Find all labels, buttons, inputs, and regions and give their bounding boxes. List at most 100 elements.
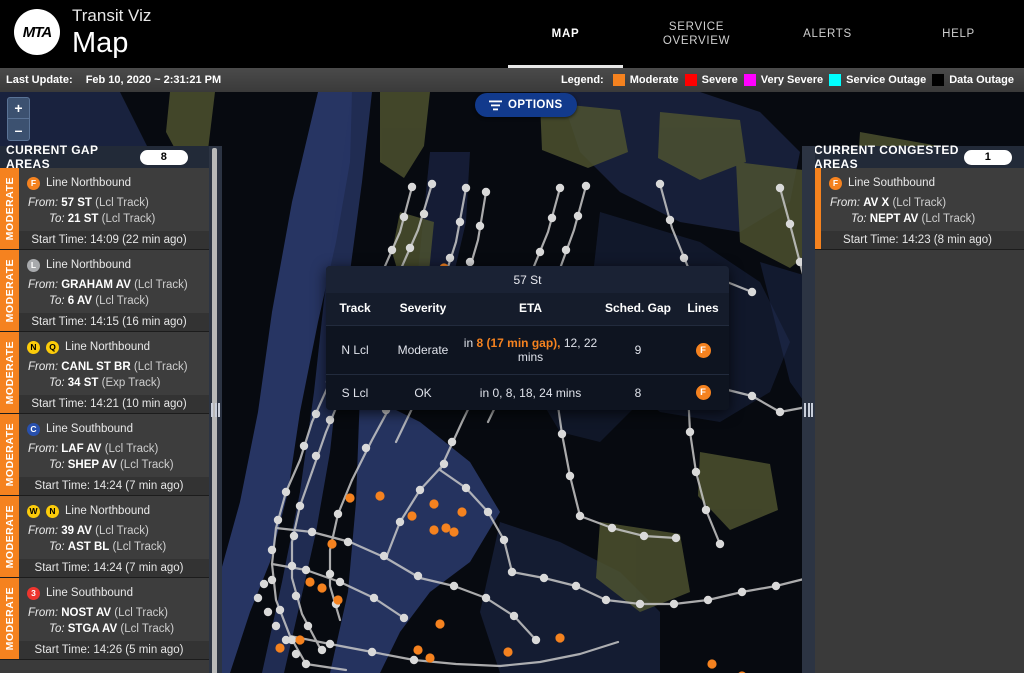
tab-service-overview[interactable]: SERVICE OVERVIEW: [631, 0, 762, 68]
from-track: (Lcl Track): [133, 361, 188, 373]
cell-severity: Moderate: [397, 343, 449, 357]
from-label: From:: [28, 443, 59, 455]
to-label: To:: [49, 623, 65, 635]
line-bullet-icon: Q: [46, 340, 59, 354]
cell-eta: in 0, 8, 18, 24 mins: [462, 375, 599, 411]
tab-map[interactable]: MAP: [500, 0, 631, 68]
legend-swatch-icon: [684, 74, 697, 86]
col-lines: Lines: [687, 301, 719, 315]
line-bullet-icon: F: [695, 385, 711, 400]
to-row: To: 6 AV (Lcl Track): [27, 293, 201, 309]
popup-table: Track Severity ETA Sched. Gap Lines N Lc…: [326, 293, 729, 410]
popup-header-row: Track Severity ETA Sched. Gap Lines: [326, 293, 729, 326]
tab-help[interactable]: HELP: [893, 0, 1024, 68]
eta-values: 0, 8, 18, 24: [492, 385, 553, 400]
right-panel-count: 1: [964, 149, 1012, 165]
from-station: AV X: [863, 197, 890, 209]
nav-tabs[interactable]: MAP SERVICE OVERVIEW ALERTS HELP: [500, 0, 1024, 68]
legend-swatch-icon: [743, 74, 756, 86]
severity-label: MODERATE: [3, 422, 16, 487]
right-panel-list[interactable]: MODERATEFLine SouthboundFrom: AV X (Lcl …: [802, 168, 1024, 673]
to-label: To:: [49, 459, 65, 471]
brand[interactable]: MTA Transit Viz Map: [14, 6, 151, 59]
tab-alerts[interactable]: ALERTS: [762, 0, 893, 68]
from-row: From: 39 AV (Lcl Track): [27, 523, 201, 539]
line-direction-row: L Line Northbound: [27, 256, 201, 274]
line-direction-label: Line Northbound: [65, 505, 151, 517]
to-label: To:: [49, 213, 65, 225]
popup-station-name: 57 St: [326, 266, 729, 293]
current-gap-areas-panel[interactable]: CURRENT GAP AREAS 8 MODERATE F Line Northb…: [0, 143, 222, 673]
from-track: (Lcl Track): [134, 279, 188, 291]
current-congested-areas-panel[interactable]: CURRENT CONGESTED AREAS 1 MODERATEFLine …: [802, 143, 1024, 673]
start-time: Start Time: 14:24 (7 min ago): [19, 559, 209, 577]
station-popup[interactable]: 57 St Track Severity ETA Sched. Gap Line…: [326, 266, 729, 410]
to-label: To:: [49, 295, 65, 307]
list-item[interactable]: MODERATE W N Line Northbound From: 39 AV (Lc…: [0, 496, 209, 578]
right-panel-header: CURRENT CONGESTED AREAS 1: [802, 143, 1024, 171]
eta-prefix: in: [479, 385, 490, 400]
line-direction-row: C Line Southbound: [27, 420, 201, 438]
zoom-out-button[interactable]: –: [8, 119, 29, 140]
col-severity: Severity: [399, 301, 447, 315]
from-label: From:: [28, 197, 59, 209]
to-row: To: 34 ST (Exp Track): [27, 375, 201, 391]
list-item[interactable]: MODERATE L Line Northbound From: GRAHAM AV …: [0, 250, 209, 332]
to-track: (Exp Track): [101, 377, 161, 389]
legend-item-data-outage: Data Outage: [932, 74, 1014, 86]
to-station: NEPT AV: [869, 213, 919, 225]
from-label: From:: [830, 197, 861, 209]
legend-item-label: Very Severe: [760, 74, 824, 86]
to-station: 34 ST: [67, 377, 99, 389]
from-track: (Lcl Track): [95, 197, 149, 209]
to-label: To:: [851, 213, 867, 225]
to-station: 6 AV: [67, 295, 93, 307]
left-panel-header: CURRENT GAP AREAS 8: [0, 143, 222, 171]
to-row: To: STGA AV (Lcl Track): [27, 621, 201, 637]
left-panel-scrollbar[interactable]: [209, 146, 222, 673]
to-label: To:: [49, 541, 65, 553]
to-station: 21 ST: [67, 213, 99, 225]
line-bullet-icon: C: [27, 422, 40, 436]
line-bullet-icon: F: [27, 176, 40, 190]
cell-track: N Lcl: [341, 343, 369, 357]
list-item[interactable]: MODERATE N Q Line Northbound From: CANL ST B…: [0, 332, 209, 414]
cell-lines: F: [677, 326, 729, 375]
list-item[interactable]: MODERATE C Line Southbound From: LAF AV (Lc…: [0, 414, 209, 496]
left-panel-list[interactable]: MODERATE F Line Northbound From: 57 ST (Lcl…: [0, 168, 209, 673]
list-item[interactable]: MODERATE 3 Line Southbound From: NOST AV (L…: [0, 578, 209, 660]
from-row: From: CANL ST BR (Lcl Track): [27, 359, 201, 375]
tab-label: SERVICE OVERVIEW: [662, 21, 731, 47]
line-direction-label: Line Northbound: [46, 259, 132, 271]
top-bar: MTA Transit Viz Map MAP SERVICE OVERVIEW A…: [0, 0, 1024, 68]
legend-item-label: Moderate: [629, 74, 679, 86]
last-update-value: Feb 10, 2020 ~ 2:31:21 PM: [85, 74, 222, 86]
to-row: To: SHEP AV (Lcl Track): [27, 457, 201, 473]
from-station: CANL ST BR: [61, 361, 131, 373]
start-time: Start Time: 14:15 (16 min ago): [19, 313, 209, 331]
to-row: To: AST BL (Lcl Track): [27, 539, 201, 555]
line-direction-label: Line Southbound: [848, 177, 935, 189]
start-time: Start Time: 14:24 (7 min ago): [19, 477, 209, 495]
cell-lines: F: [677, 375, 729, 411]
eta-unit: mins: [555, 385, 582, 400]
zoom-in-button[interactable]: +: [8, 98, 29, 119]
from-station: LAF AV: [61, 443, 102, 455]
from-label: From:: [28, 607, 59, 619]
line-bullet-icon: 3: [27, 586, 40, 600]
last-update: Last Update: Feb 10, 2020 ~ 2:31:21 PM: [6, 74, 221, 86]
from-row: From: NOST AV (Lcl Track): [27, 605, 201, 621]
map-zoom-controls[interactable]: + –: [7, 97, 30, 141]
line-direction-label: Line Northbound: [46, 177, 132, 189]
list-item[interactable]: MODERATEFLine SouthboundFrom: AV X (Lcl …: [802, 168, 1024, 250]
status-bar: Last Update: Feb 10, 2020 ~ 2:31:21 PM L…: [0, 68, 1024, 92]
line-direction-label: Line Southbound: [46, 587, 133, 599]
right-panel-resize-handle[interactable]: [802, 401, 815, 419]
left-panel-resize-handle[interactable]: [209, 401, 222, 419]
options-button[interactable]: OPTIONS: [475, 93, 577, 117]
list-item[interactable]: MODERATE F Line Northbound From: 57 ST (Lcl…: [0, 168, 209, 250]
severity-badge: MODERATE: [0, 332, 19, 413]
col-eta: ETA: [518, 301, 543, 315]
eta-unit: mins: [517, 350, 544, 364]
to-track: (Lcl Track): [101, 213, 156, 225]
